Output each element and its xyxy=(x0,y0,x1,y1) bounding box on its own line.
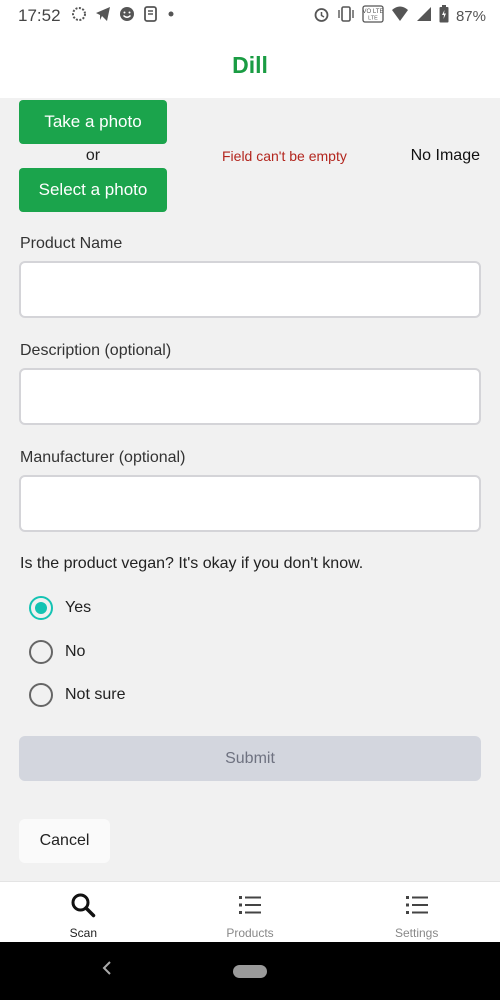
product-name-input[interactable] xyxy=(19,261,481,318)
manufacturer-label: Manufacturer (optional) xyxy=(20,449,186,466)
nav-label: Products xyxy=(226,926,274,940)
battery-percentage: 87% xyxy=(455,7,486,25)
smiley-icon xyxy=(119,6,135,26)
radio-label: Yes xyxy=(65,599,92,616)
radio-label: No xyxy=(65,643,86,660)
product-name-label: Product Name xyxy=(20,235,123,252)
radio-button[interactable] xyxy=(29,640,53,664)
volte-icon: VO LTE LTE xyxy=(362,5,384,27)
list-icon xyxy=(405,892,429,918)
take-photo-button[interactable]: Take a photo xyxy=(19,100,167,144)
status-time: 17:52 xyxy=(18,6,61,25)
list-icon xyxy=(238,892,262,918)
battery-icon xyxy=(439,5,449,27)
radio-button-checked[interactable] xyxy=(29,596,53,620)
vegan-option-no[interactable]: No xyxy=(29,640,85,664)
back-chevron-icon[interactable] xyxy=(100,959,114,982)
select-photo-button[interactable]: Select a photo xyxy=(19,168,167,212)
app-header: Dill xyxy=(0,32,500,98)
nav-label: Scan xyxy=(69,926,98,940)
notification-icons xyxy=(71,6,175,26)
nav-label: Settings xyxy=(395,926,439,940)
bottom-navigation: Scan Products Settings xyxy=(0,881,500,942)
dot-icon xyxy=(167,6,175,26)
cell-signal-icon xyxy=(416,6,432,26)
or-label: or xyxy=(85,147,101,164)
radio-button[interactable] xyxy=(29,683,53,707)
vegan-option-yes[interactable]: Yes xyxy=(29,596,91,620)
nav-item-scan[interactable]: Scan xyxy=(0,882,167,942)
vibrate-icon xyxy=(337,6,355,26)
telegram-icon xyxy=(95,6,111,26)
nav-item-products[interactable]: Products xyxy=(167,882,334,942)
svg-text:LTE: LTE xyxy=(368,16,378,22)
signal-messenger-icon xyxy=(71,6,87,26)
wifi-icon xyxy=(391,6,409,26)
manufacturer-input[interactable] xyxy=(19,475,481,532)
status-bar: 17:52 VO LTE LTE 87% xyxy=(0,0,500,32)
nav-item-settings[interactable]: Settings xyxy=(333,882,500,942)
photo-error-message: Field can't be empty xyxy=(222,148,347,164)
svg-text:VO LTE: VO LTE xyxy=(363,9,384,15)
notes-icon xyxy=(143,6,159,26)
description-label: Description (optional) xyxy=(20,342,172,359)
alarm-icon xyxy=(313,6,330,27)
home-pill[interactable] xyxy=(233,965,267,978)
page-title: Dill xyxy=(232,51,268,78)
search-icon xyxy=(70,892,96,918)
system-icons: VO LTE LTE 87% xyxy=(313,5,486,27)
description-input[interactable] xyxy=(19,368,481,425)
vegan-question: Is the product vegan? It's okay if you d… xyxy=(20,555,364,572)
cancel-button[interactable]: Cancel xyxy=(19,819,110,863)
vegan-option-not-sure[interactable]: Not sure xyxy=(29,683,125,707)
submit-button[interactable]: Submit xyxy=(19,736,481,781)
system-navigation-bar xyxy=(0,942,500,1000)
radio-label: Not sure xyxy=(65,686,126,703)
image-preview-placeholder: No Image xyxy=(410,147,480,164)
